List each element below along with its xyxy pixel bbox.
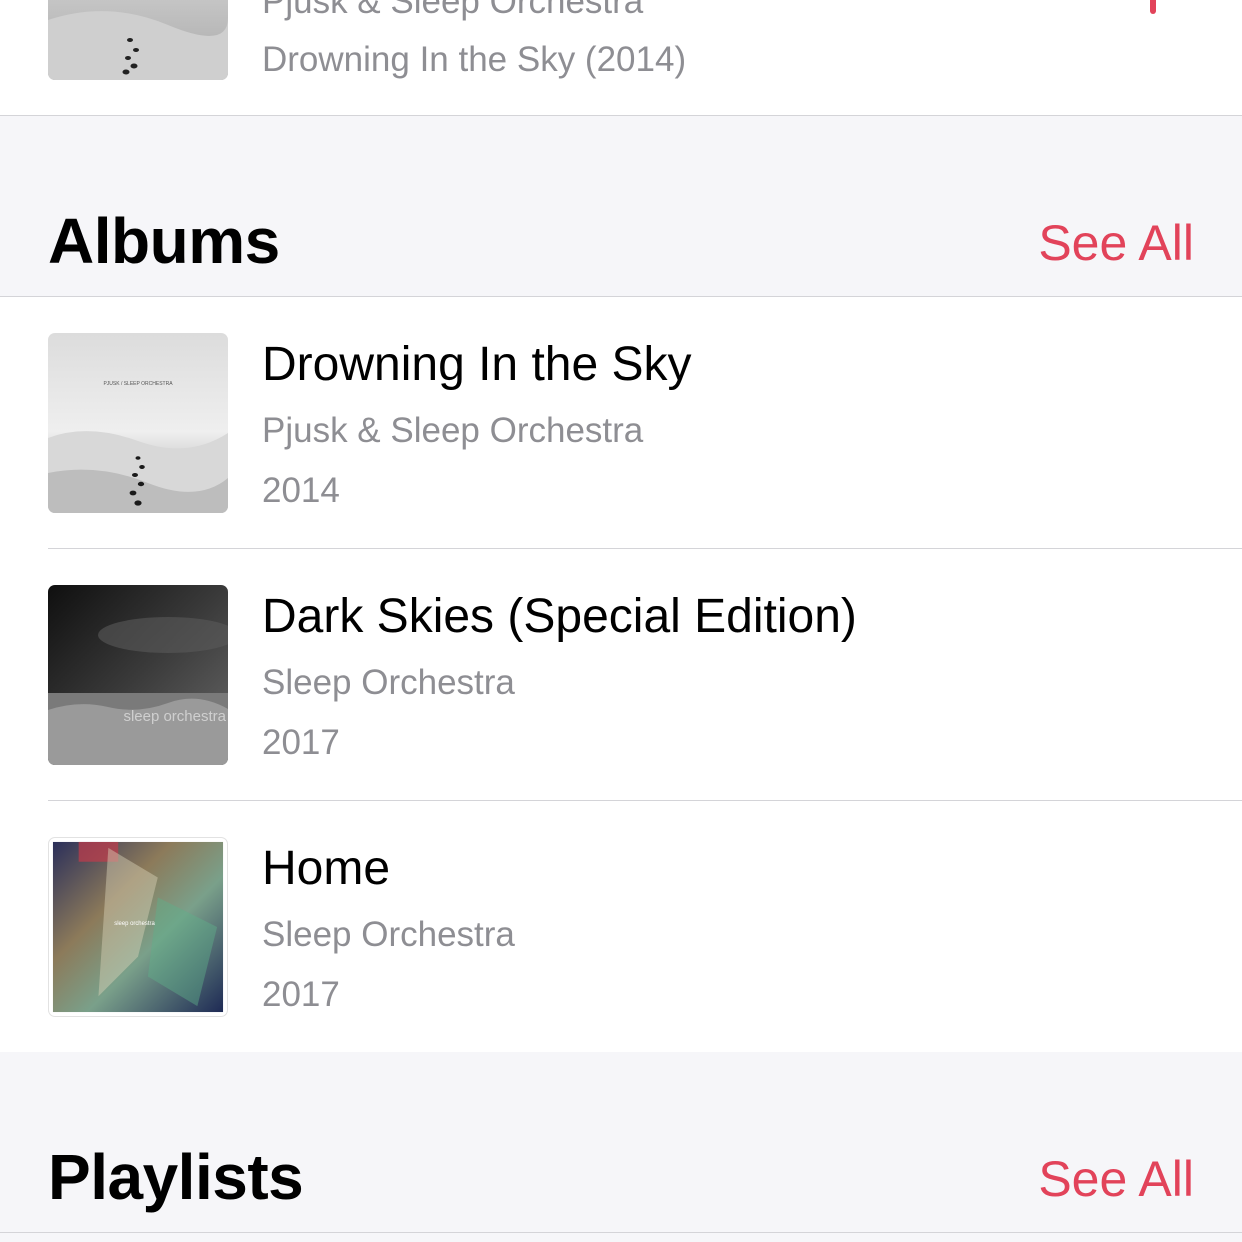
album-title: Drowning In the Sky <box>262 338 692 391</box>
album-artwork: sleep orchestra <box>48 837 228 1017</box>
album-year: 2017 <box>262 723 340 762</box>
artwork-caption: sleep orchestra <box>123 708 226 725</box>
playlists-section-header: Playlists See All <box>0 1052 1242 1232</box>
albums-title: Albums <box>48 205 280 277</box>
song-artist: Pjusk & Sleep Orchestra <box>262 0 644 21</box>
album-artwork: sleep orchestra <box>48 585 228 765</box>
more-button[interactable] <box>1150 0 1156 14</box>
album-year: 2017 <box>262 975 340 1014</box>
section-divider <box>0 1232 1242 1233</box>
artwork-caption: PJUSK / SLEEP ORCHESTRA <box>103 381 173 387</box>
playlists-see-all-button[interactable]: See All <box>1038 1150 1194 1208</box>
album-artwork: PJUSK / SLEEP ORCHESTRA <box>48 333 228 513</box>
albums-section-header: Albums See All <box>0 116 1242 296</box>
playlists-title: Playlists <box>48 1141 304 1213</box>
album-row[interactable]: PJUSK / SLEEP ORCHESTRA Drowning In the … <box>0 297 1242 549</box>
album-artwork <box>48 0 228 80</box>
album-artist: Sleep Orchestra <box>262 663 515 702</box>
album-year: 2014 <box>262 471 340 510</box>
song-album-year: Drowning In the Sky (2014) <box>262 40 687 79</box>
album-row[interactable]: sleep orchestra Dark Skies (Special Edit… <box>0 549 1242 801</box>
album-row[interactable]: sleep orchestra Home Sleep Orchestra 201… <box>0 801 1242 1053</box>
album-artist: Sleep Orchestra <box>262 915 515 954</box>
albums-see-all-button[interactable]: See All <box>1038 214 1194 272</box>
albums-list: PJUSK / SLEEP ORCHESTRA Drowning In the … <box>0 296 1242 1053</box>
artwork-caption: sleep orchestra <box>114 921 155 927</box>
album-title: Home <box>262 842 391 895</box>
song-row[interactable]: Pjusk & Sleep Orchestra Drowning In the … <box>0 0 1242 116</box>
album-artist: Pjusk & Sleep Orchestra <box>262 411 644 450</box>
album-title: Dark Skies (Special Edition) <box>262 590 857 643</box>
